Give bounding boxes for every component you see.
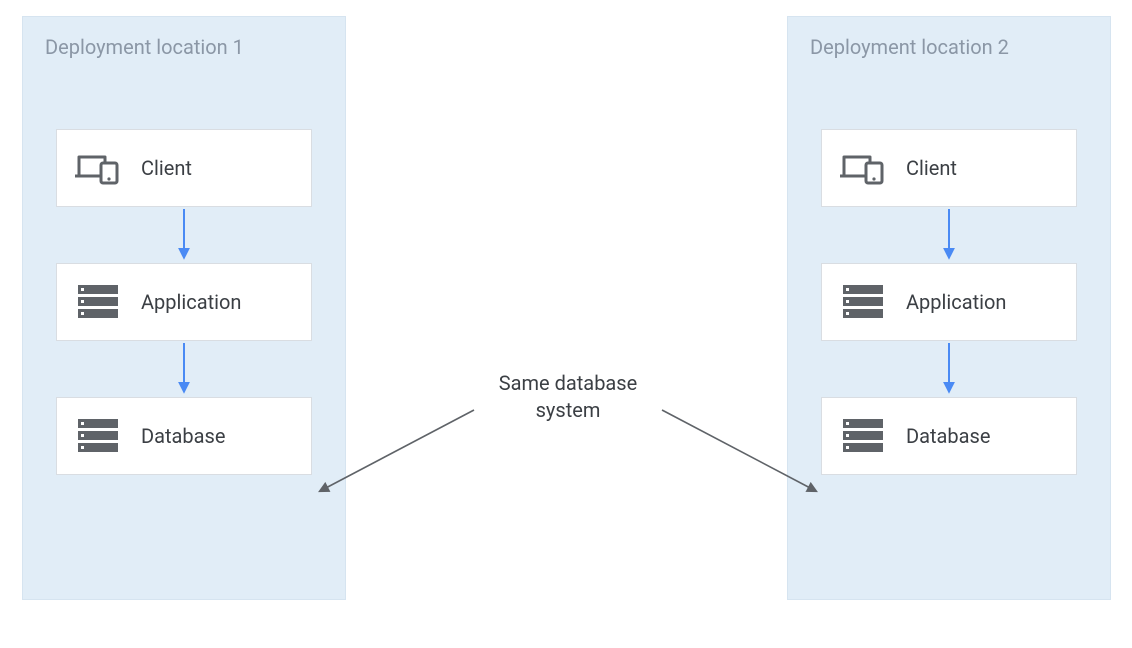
database-node: Database: [56, 397, 312, 475]
application-node: Application: [821, 263, 1077, 341]
annotation-line: Same database: [499, 371, 637, 395]
node-stack: Client: [810, 129, 1088, 475]
node-label: Application: [906, 290, 1006, 314]
database-node: Database: [821, 397, 1077, 475]
server-icon: [840, 417, 886, 455]
server-icon: [75, 283, 121, 321]
node-label: Database: [906, 424, 990, 448]
node-label: Database: [141, 424, 225, 448]
arrow-down: [174, 207, 194, 263]
node-label: Client: [906, 156, 957, 180]
client-node: Client: [56, 129, 312, 207]
client-devices-icon: [840, 149, 886, 187]
client-node: Client: [821, 129, 1077, 207]
annotation-arrow-left: [312, 404, 482, 504]
arrow-down: [174, 341, 194, 397]
deployment-region-2: Deployment location 2 Client: [787, 16, 1111, 600]
deployment-region-1: Deployment location 1 Client: [22, 16, 346, 600]
node-label: Application: [141, 290, 241, 314]
center-annotation: Same database system: [478, 370, 658, 424]
application-node: Application: [56, 263, 312, 341]
region-title: Deployment location 1: [45, 35, 323, 59]
region-title: Deployment location 2: [810, 35, 1088, 59]
annotation-line: system: [536, 398, 601, 422]
client-devices-icon: [75, 149, 121, 187]
server-icon: [840, 283, 886, 321]
arrow-down: [939, 341, 959, 397]
annotation-arrow-right: [654, 404, 824, 504]
arrow-down: [939, 207, 959, 263]
node-label: Client: [141, 156, 192, 180]
server-icon: [75, 417, 121, 455]
node-stack: Client: [45, 129, 323, 475]
